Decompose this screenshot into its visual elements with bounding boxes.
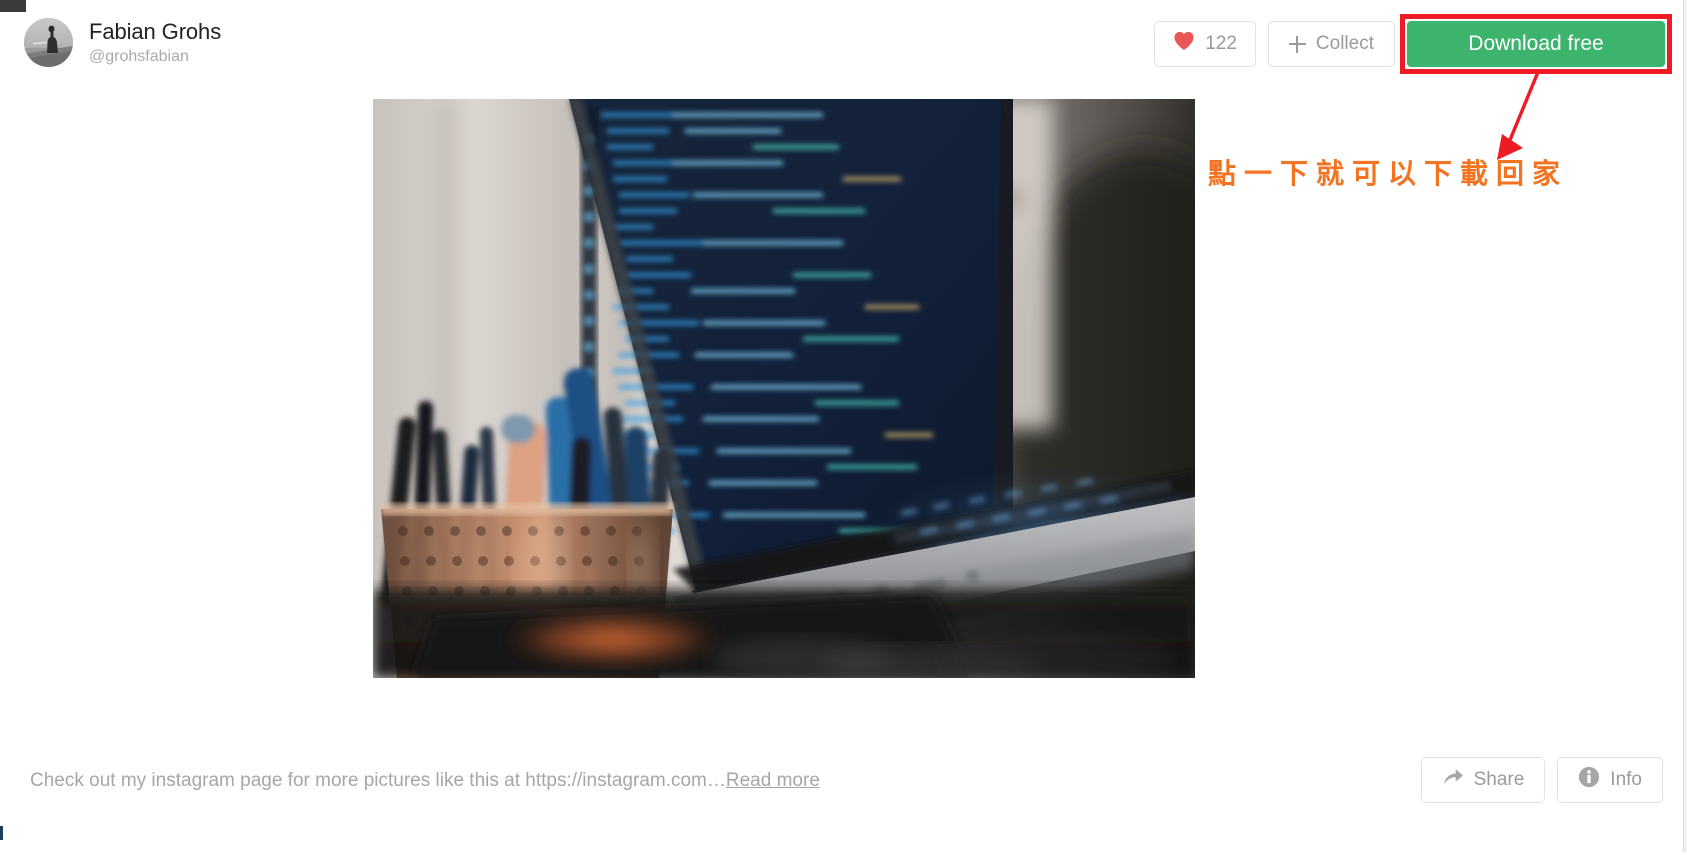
author-block[interactable]: Fabian Grohs @grohsfabian bbox=[24, 18, 221, 67]
page-header: Fabian Grohs @grohsfabian 122 Collect Do… bbox=[0, 12, 1687, 80]
download-free-button[interactable]: Download free bbox=[1407, 21, 1665, 67]
bottom-actions: Share Info bbox=[1420, 757, 1663, 803]
info-label: Info bbox=[1610, 769, 1642, 790]
author-name: Fabian Grohs bbox=[89, 19, 222, 44]
collect-button[interactable]: Collect bbox=[1267, 21, 1395, 67]
author-text: Fabian Grohs @grohsfabian bbox=[89, 19, 221, 66]
window-chrome-sliver bbox=[0, 0, 26, 12]
caption-row: Check out my instagram page for more pic… bbox=[0, 700, 1687, 810]
share-button[interactable]: Share bbox=[1420, 757, 1546, 803]
author-handle: @grohsfabian bbox=[89, 48, 189, 65]
collect-label: Collect bbox=[1315, 33, 1374, 54]
info-circle-icon bbox=[1578, 766, 1600, 794]
avatar[interactable] bbox=[24, 18, 73, 67]
photo-detail-page: Fabian Grohs @grohsfabian 122 Collect Do… bbox=[0, 0, 1687, 855]
info-button[interactable]: Info bbox=[1557, 757, 1663, 803]
share-arrow-icon bbox=[1442, 767, 1464, 793]
main-photo[interactable] bbox=[373, 99, 1195, 678]
header-actions: 122 Collect Download free bbox=[1154, 14, 1672, 74]
photo-caption: Check out my instagram page for more pic… bbox=[30, 770, 820, 792]
caption-text: Check out my instagram page for more pic… bbox=[30, 770, 726, 791]
plus-icon bbox=[1288, 35, 1306, 53]
heart-icon bbox=[1173, 31, 1195, 57]
window-left-accent bbox=[0, 826, 3, 840]
annotation-text: 點一下就可以下載回家 bbox=[1208, 157, 1569, 190]
read-more-link[interactable]: Read more bbox=[726, 770, 820, 791]
download-button-wrapper: Download free bbox=[1400, 14, 1672, 74]
like-count: 122 bbox=[1205, 33, 1237, 54]
like-button[interactable]: 122 bbox=[1154, 21, 1256, 67]
share-label: Share bbox=[1473, 769, 1525, 790]
